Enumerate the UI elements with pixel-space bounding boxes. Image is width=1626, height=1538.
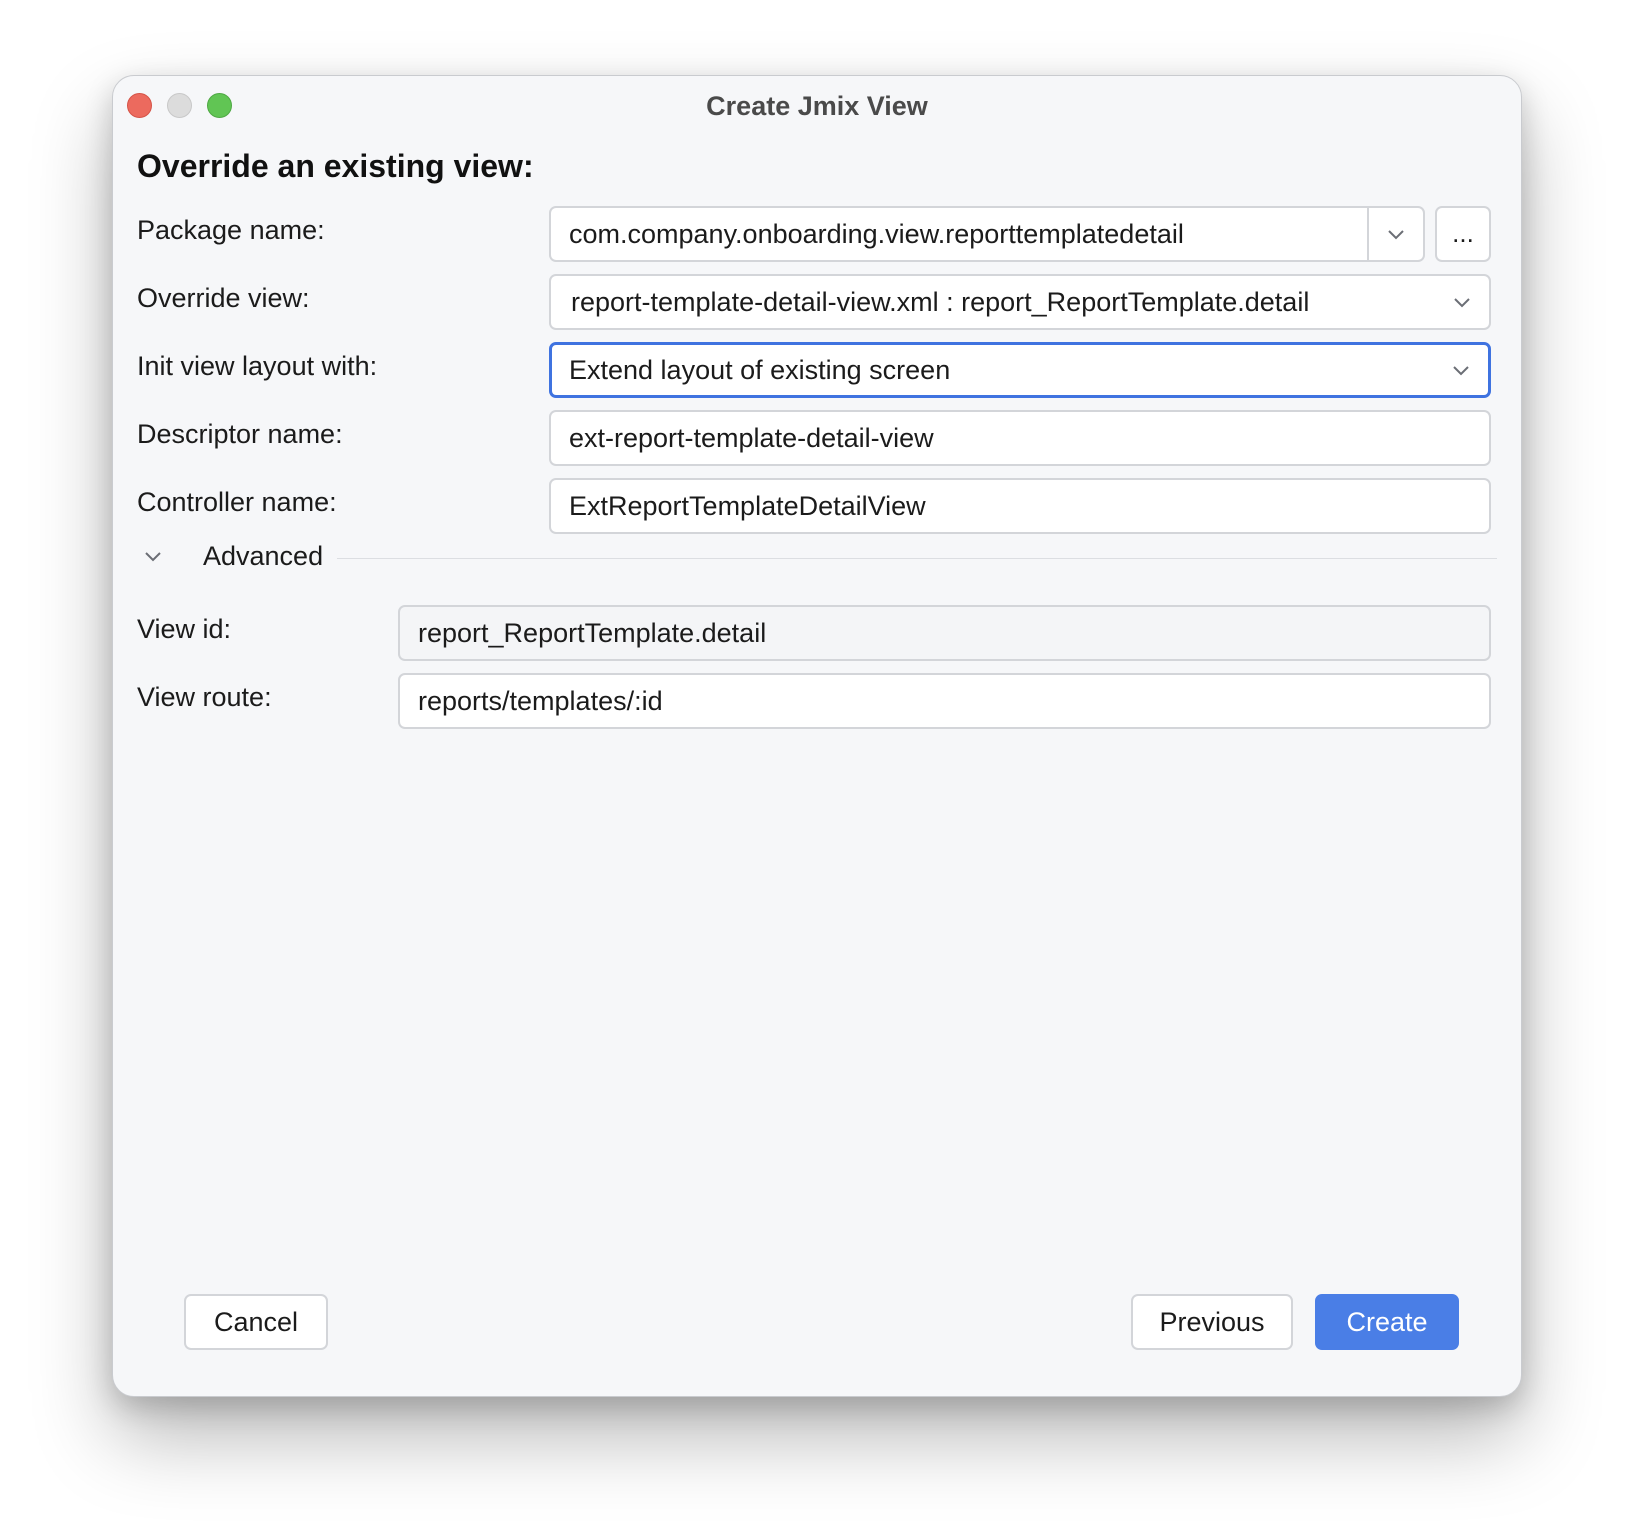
init-layout-select[interactable]: Extend layout of existing screen: [549, 342, 1491, 398]
package-name-label: Package name:: [137, 215, 325, 245]
window-title: Create Jmix View: [706, 91, 928, 121]
advanced-label: Advanced: [203, 541, 324, 571]
chevron-down-icon: [145, 552, 161, 562]
view-route-input[interactable]: reports/templates/:id: [398, 673, 1491, 729]
view-id-label: View id:: [137, 614, 232, 644]
create-button[interactable]: Create: [1315, 1294, 1459, 1350]
create-jmix-view-dialog: Create Jmix View Override an existing vi…: [112, 75, 1522, 1397]
descriptor-name-value: ext-report-template-detail-view: [569, 423, 934, 453]
package-name-value: com.company.onboarding.view.reporttempla…: [569, 219, 1184, 249]
controller-name-label: Controller name:: [137, 487, 337, 517]
override-view-select[interactable]: report-template-detail-view.xml : report…: [549, 274, 1491, 330]
view-route-label: View route:: [137, 682, 272, 712]
override-view-dropdown-button[interactable]: [1435, 276, 1489, 328]
package-name-combobox[interactable]: com.company.onboarding.view.reporttempla…: [549, 206, 1425, 262]
package-name-dropdown-button[interactable]: [1367, 208, 1423, 260]
form-heading: Override an existing view:: [137, 148, 534, 184]
advanced-section-header[interactable]: Advanced: [137, 536, 1497, 576]
view-route-value: reports/templates/:id: [418, 686, 663, 716]
view-id-input[interactable]: report_ReportTemplate.detail: [398, 605, 1491, 661]
advanced-divider: [337, 558, 1497, 559]
controller-name-value: ExtReportTemplateDetailView: [569, 491, 926, 521]
init-layout-value: Extend layout of existing screen: [569, 355, 951, 385]
controller-name-input[interactable]: ExtReportTemplateDetailView: [549, 478, 1491, 534]
override-view-value: report-template-detail-view.xml : report…: [571, 287, 1310, 317]
chevron-down-icon: [1453, 366, 1469, 376]
cancel-button[interactable]: Cancel: [184, 1294, 328, 1350]
init-layout-dropdown-button[interactable]: [1434, 345, 1488, 395]
chevron-down-icon: [1454, 298, 1470, 308]
descriptor-name-label: Descriptor name:: [137, 419, 343, 449]
view-id-value: report_ReportTemplate.detail: [418, 618, 767, 648]
descriptor-name-input[interactable]: ext-report-template-detail-view: [549, 410, 1491, 466]
previous-button[interactable]: Previous: [1131, 1294, 1293, 1350]
init-layout-label: Init view layout with:: [137, 351, 378, 381]
chevron-down-icon: [1388, 230, 1404, 240]
package-browse-button[interactable]: ...: [1435, 206, 1491, 262]
override-view-label: Override view:: [137, 283, 310, 313]
